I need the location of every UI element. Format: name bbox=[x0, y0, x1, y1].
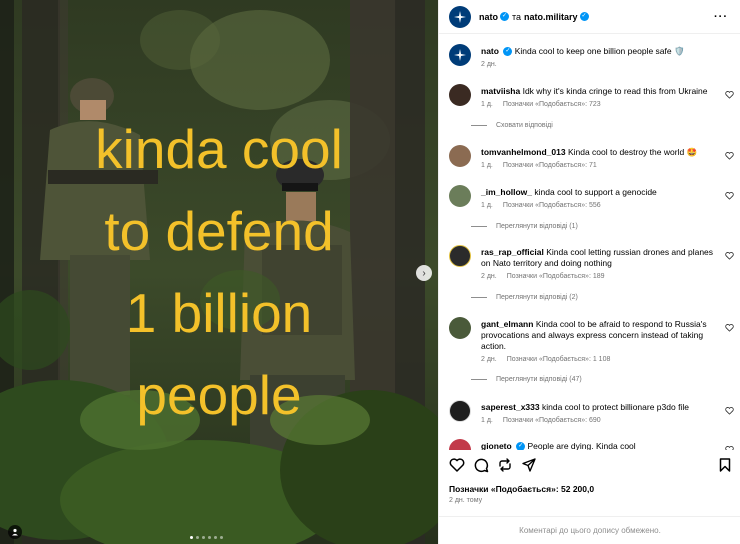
comment-text: Idk why it's kinda cringe to read this f… bbox=[522, 86, 708, 96]
view-replies-button[interactable]: Переглянути відповіді (1) bbox=[471, 223, 578, 230]
nato-compass-icon bbox=[454, 10, 466, 23]
comment-username[interactable]: _im_hollow_ bbox=[481, 187, 532, 197]
nato-compass-icon bbox=[454, 49, 466, 61]
comment-username[interactable]: gant_elmann bbox=[481, 319, 533, 329]
overlay-caption: kinda cool to defend 1 billion people bbox=[0, 108, 438, 436]
nato-avatar[interactable] bbox=[449, 44, 471, 66]
comment-username[interactable]: tomvanhelmond_013 bbox=[481, 147, 566, 157]
verified-icon: ✓ bbox=[500, 12, 509, 21]
comment-bubble-icon[interactable] bbox=[473, 457, 489, 473]
comments-list: nato ✓ Kinda cool to keep one billion pe… bbox=[439, 34, 740, 450]
likes-count[interactable]: Позначки «Подобається»: 52 200,0 bbox=[449, 484, 594, 494]
avatar[interactable] bbox=[449, 245, 471, 267]
avatar[interactable] bbox=[449, 145, 471, 167]
slide-dot bbox=[196, 536, 199, 539]
comment-likes[interactable]: Позначки «Подобається»: 189 bbox=[507, 273, 605, 280]
view-replies-label: Переглянути відповіді (2) bbox=[496, 294, 578, 301]
view-replies-button[interactable]: Переглянути відповіді (2) bbox=[471, 294, 578, 301]
overlay-line: kinda cool bbox=[95, 118, 343, 180]
nato-avatar[interactable] bbox=[449, 5, 471, 28]
comment-likes[interactable]: Позначки «Подобається»: 690 bbox=[503, 417, 601, 424]
slide-dot bbox=[220, 536, 223, 539]
caption-username[interactable]: nato bbox=[481, 46, 499, 56]
comment-text: Kinda cool to destroy the world 🤩 bbox=[567, 147, 698, 157]
user-icon bbox=[12, 528, 18, 536]
avatar[interactable] bbox=[449, 84, 471, 106]
overlay-line: 1 billion bbox=[125, 282, 313, 344]
comment-likes[interactable]: Позначки «Подобається»: 1 108 bbox=[507, 356, 611, 363]
comment-username[interactable]: gioneto bbox=[481, 441, 512, 450]
comment-text: kinda cool to protect billionare p3do fi… bbox=[541, 402, 689, 412]
collab-account-name[interactable]: nato.military bbox=[524, 12, 578, 22]
heart-icon[interactable] bbox=[725, 251, 734, 260]
comment-likes[interactable]: Позначки «Подобається»: 556 bbox=[503, 202, 601, 209]
chevron-right-icon: › bbox=[422, 267, 426, 279]
heart-icon[interactable] bbox=[725, 323, 734, 332]
comment-time: 2 дн. bbox=[481, 356, 497, 363]
comment-likes[interactable]: Позначки «Подобається»: 723 bbox=[503, 101, 601, 108]
slide-dot bbox=[202, 536, 205, 539]
overlay-line: to defend bbox=[104, 200, 334, 262]
post-image: kinda cool to defend 1 billion people › bbox=[0, 0, 438, 544]
comment-username[interactable]: ras_rap_official bbox=[481, 247, 544, 257]
comment-username[interactable]: saperest_x333 bbox=[481, 402, 540, 412]
like-heart-icon[interactable] bbox=[449, 457, 465, 473]
share-send-icon[interactable] bbox=[521, 457, 537, 473]
comment-time: 2 дн. bbox=[481, 273, 497, 280]
more-options-icon[interactable]: ··· bbox=[714, 11, 728, 23]
avatar[interactable] bbox=[449, 317, 471, 339]
tagged-users-button[interactable] bbox=[8, 525, 22, 539]
hide-replies-button[interactable]: Сховати відповіді bbox=[471, 122, 553, 129]
slide-dot bbox=[190, 536, 193, 539]
slide-dot bbox=[208, 536, 211, 539]
verified-icon: ✓ bbox=[579, 12, 589, 21]
comment-likes[interactable]: Позначки «Подобається»: 71 bbox=[503, 162, 597, 169]
caption-text: Kinda cool to keep one billion people sa… bbox=[514, 46, 685, 56]
comment-text: kinda cool to support a genocide bbox=[534, 187, 657, 197]
post-action-bar bbox=[449, 455, 733, 475]
avatar[interactable] bbox=[449, 400, 471, 422]
post-sidebar: nato ✓ та nato.military ✓ ··· nato ✓ Kin… bbox=[438, 0, 740, 544]
heart-icon[interactable] bbox=[725, 406, 734, 415]
heart-icon[interactable] bbox=[725, 90, 734, 99]
post-header: nato ✓ та nato.military ✓ ··· bbox=[439, 0, 740, 34]
verified-icon: ✓ bbox=[516, 442, 526, 450]
repost-icon[interactable] bbox=[497, 457, 513, 473]
avatar[interactable] bbox=[449, 185, 471, 207]
heart-icon[interactable] bbox=[725, 445, 734, 450]
view-replies-button[interactable]: Переглянути відповіді (47) bbox=[471, 376, 582, 383]
avatar[interactable] bbox=[449, 439, 471, 450]
view-replies-label: Переглянути відповіді (1) bbox=[496, 223, 578, 230]
slide-dot bbox=[214, 536, 217, 539]
comment-text: People are dying. Kinda cool bbox=[527, 441, 636, 450]
view-replies-label: Переглянути відповіді (47) bbox=[496, 376, 582, 383]
comment-time: 1 д. bbox=[481, 162, 493, 169]
comment-time: 1 д. bbox=[481, 101, 493, 108]
account-name[interactable]: nato bbox=[479, 12, 498, 22]
hide-replies-label: Сховати відповіді bbox=[496, 122, 553, 129]
caption-time: 2 дн. bbox=[481, 61, 497, 68]
overlay-line: people bbox=[136, 364, 302, 426]
save-bookmark-icon[interactable] bbox=[717, 457, 733, 473]
comment-time: 1 д. bbox=[481, 202, 493, 209]
post-date: 2 дн. тому bbox=[449, 497, 483, 504]
comments-restricted-text: Коментарі до цього допису обмежено. bbox=[519, 526, 661, 535]
verified-icon: ✓ bbox=[503, 47, 513, 57]
comment-time: 1 д. bbox=[481, 417, 493, 424]
comments-restricted-notice: Коментарі до цього допису обмежено. bbox=[439, 516, 740, 544]
joiner-text: та bbox=[512, 11, 522, 22]
comment-username[interactable]: matviisha bbox=[481, 86, 520, 96]
next-slide-button[interactable]: › bbox=[416, 265, 432, 281]
slide-indicator bbox=[190, 536, 223, 539]
heart-icon[interactable] bbox=[725, 151, 734, 160]
heart-icon[interactable] bbox=[725, 191, 734, 200]
